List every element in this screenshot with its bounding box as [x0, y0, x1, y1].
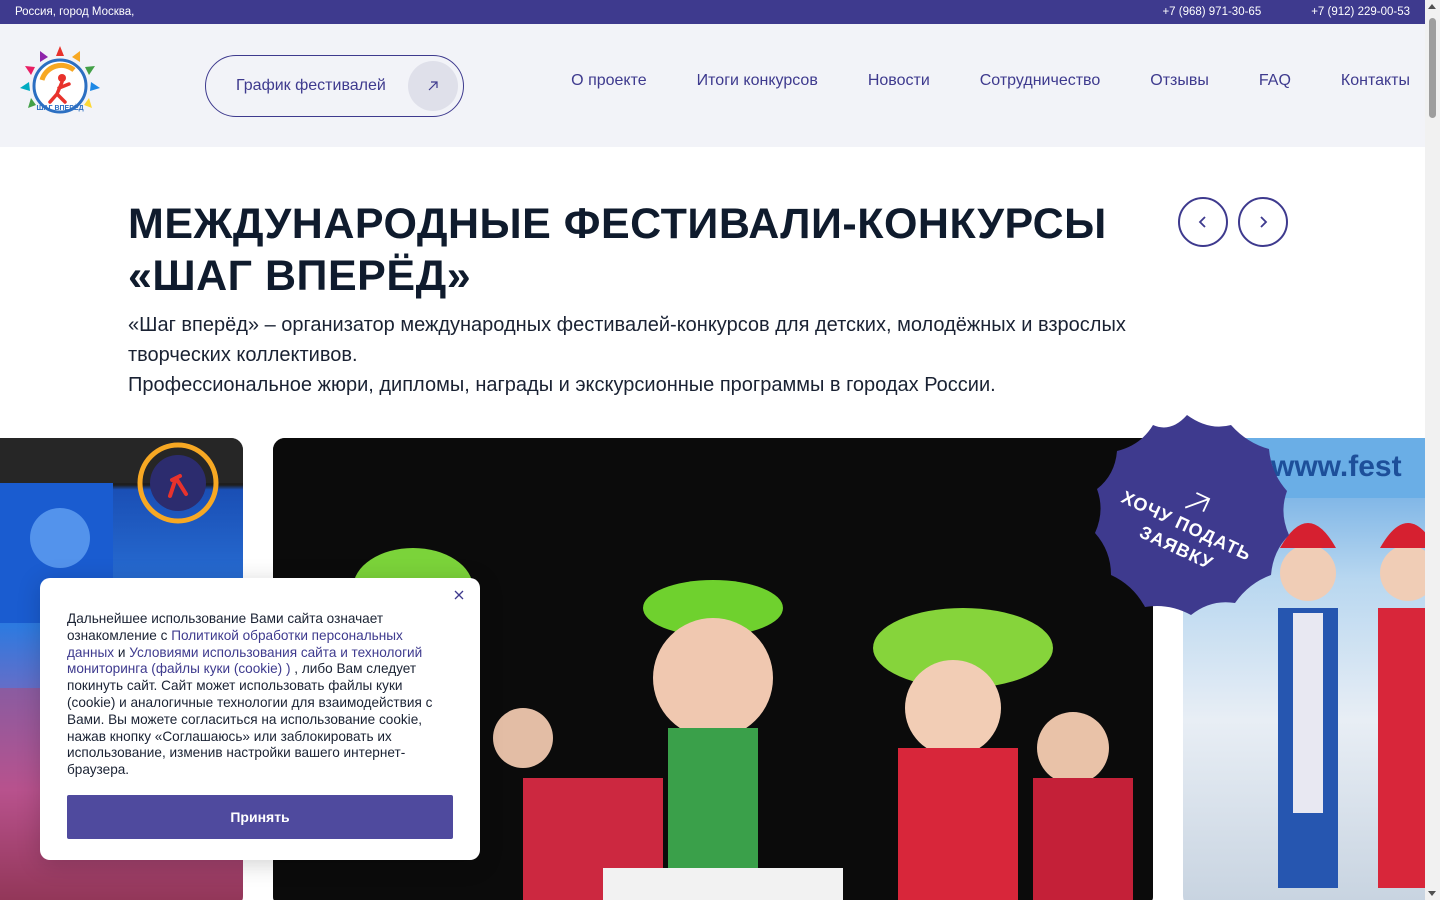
- location-text: Россия, город Москва,: [15, 6, 135, 18]
- hero-title-line: МЕЖДУНАРОДНЫЕ ФЕСТИВАЛИ-КОНКУРСЫ: [128, 200, 1107, 248]
- cookie-text-part: и: [114, 644, 130, 660]
- svg-text:ШАГ ВПЕРЁД: ШАГ ВПЕРЁД: [36, 104, 83, 112]
- nav-item-news[interactable]: Новости: [868, 72, 930, 90]
- nav-item-contacts[interactable]: Контакты: [1341, 72, 1410, 90]
- slider-prev-button[interactable]: [1178, 197, 1228, 247]
- cookie-consent-dialog: Дальнейшее использование Вами сайта озна…: [40, 578, 480, 860]
- hero-description: «Шаг вперёд» – организатор международных…: [128, 310, 1258, 400]
- hero-description-line: творческих коллективов.: [128, 344, 358, 366]
- site-logo[interactable]: ШАГ ВПЕРЁД: [14, 44, 106, 128]
- festival-schedule-button[interactable]: График фестивалей: [205, 55, 464, 117]
- nav-item-cooperation[interactable]: Сотрудничество: [980, 72, 1101, 90]
- accept-cookies-button[interactable]: Принять: [67, 795, 453, 839]
- phone-link-2[interactable]: +7 (912) 229-00-53: [1311, 6, 1410, 18]
- nav-item-about[interactable]: О проекте: [571, 72, 646, 90]
- nav-item-results[interactable]: Итоги конкурсов: [697, 72, 818, 90]
- hero-title-line: «ШАГ ВПЕРЁД»: [128, 252, 472, 300]
- chevron-left-icon: [1198, 216, 1206, 228]
- page-scrollbar[interactable]: [1425, 0, 1440, 900]
- chevron-right-icon: [1260, 216, 1268, 228]
- phone-link-1[interactable]: +7 (968) 971-30-65: [1162, 6, 1261, 18]
- site-header: ШАГ ВПЕРЁД График фестивалей О проекте И…: [0, 24, 1425, 147]
- scroll-up-icon[interactable]: [1428, 4, 1436, 9]
- festival-schedule-label: График фестивалей: [236, 77, 386, 94]
- hero-description-line: Профессиональное жюри, дипломы, награды …: [128, 374, 996, 396]
- arrow-up-right-icon: [408, 60, 458, 111]
- shag-vpered-logo-icon: ШАГ ВПЕРЁД: [20, 46, 100, 114]
- hero-title: МЕЖДУНАРОДНЫЕ ФЕСТИВАЛИ-КОНКУРСЫ «ШАГ ВП…: [128, 198, 1148, 302]
- close-icon[interactable]: [452, 588, 466, 602]
- nav-item-faq[interactable]: FAQ: [1259, 72, 1291, 90]
- apply-badge[interactable]: ХОЧУ ПОДАТЬ ЗАЯВКУ: [1073, 411, 1301, 639]
- main-nav: О проекте Итоги конкурсов Новости Сотруд…: [571, 72, 1410, 90]
- slider-next-button[interactable]: [1238, 197, 1288, 247]
- cookie-text-part: , либо Вам следует покинуть сайт. Сайт м…: [67, 661, 433, 778]
- scrollbar-thumb[interactable]: [1429, 18, 1436, 118]
- hero-description-line: «Шаг вперёд» – организатор международных…: [128, 314, 1126, 336]
- nav-item-reviews[interactable]: Отзывы: [1150, 72, 1209, 90]
- top-bar: Россия, город Москва, +7 (968) 971-30-65…: [0, 0, 1425, 24]
- scroll-down-icon[interactable]: [1428, 891, 1436, 896]
- cookie-text: Дальнейшее использование Вами сайта озна…: [67, 611, 453, 779]
